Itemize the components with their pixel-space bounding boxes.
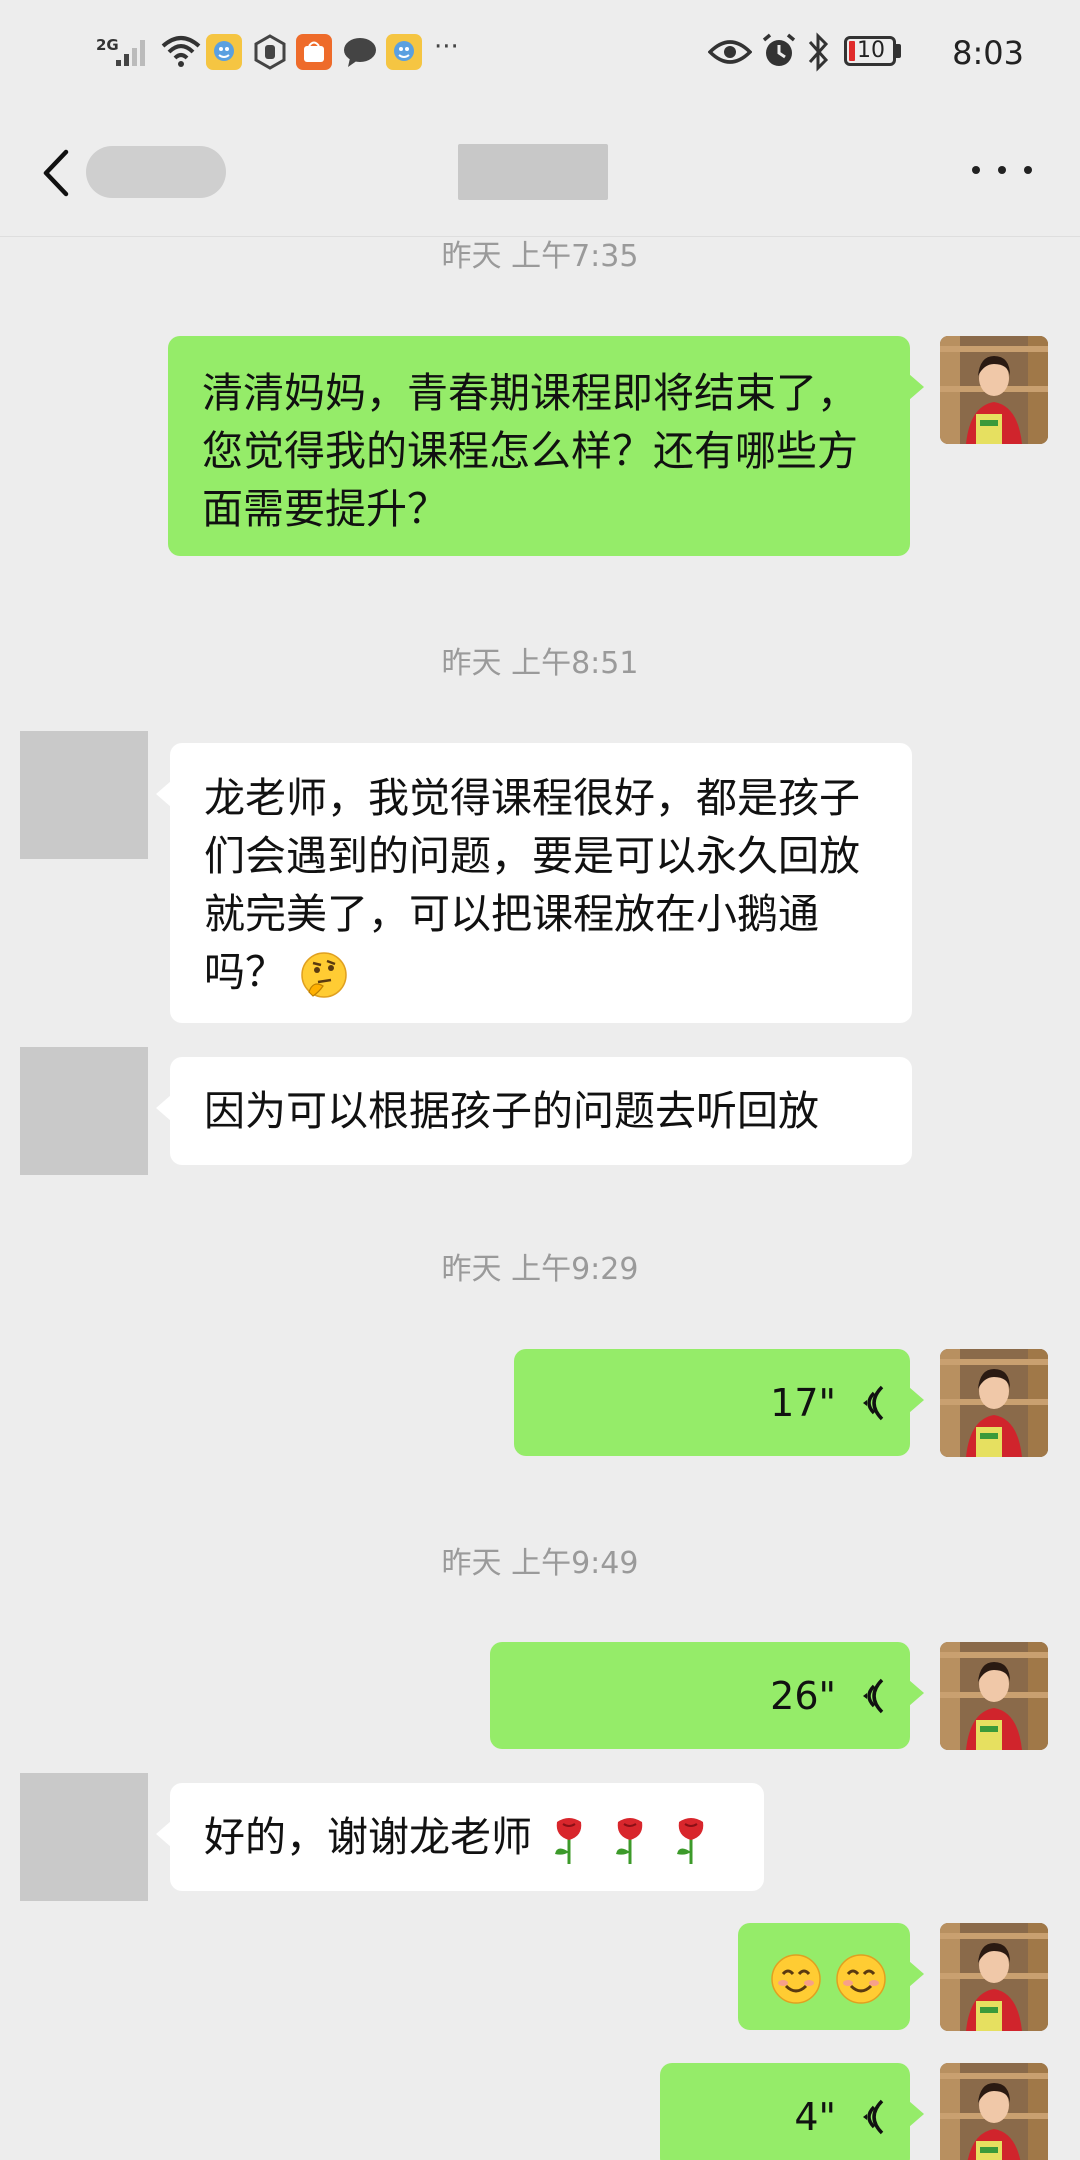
my-avatar[interactable] xyxy=(940,1349,1048,1457)
voice-wave-icon xyxy=(863,2099,884,2134)
voice-message-bubble[interactable]: 17" xyxy=(514,1349,924,1456)
rose-icon xyxy=(616,1818,643,1864)
contact-name-redacted xyxy=(86,146,226,198)
signal-icon xyxy=(116,40,145,66)
app-notification-icon xyxy=(386,34,422,70)
message-timestamp: 昨天 上午9:29 xyxy=(441,1252,639,1287)
voice-duration: 4" xyxy=(794,2094,836,2139)
voice-message-bubble[interactable]: 4" xyxy=(660,2063,924,2160)
battery-cap xyxy=(896,44,901,58)
user-photo-icon xyxy=(940,2063,1048,2160)
received-text-bubble[interactable]: 因为可以根据孩子的问题去听回放 xyxy=(156,1057,912,1165)
message-timestamp: 昨天 上午8:51 xyxy=(441,646,639,681)
more-options-button[interactable] xyxy=(972,150,1032,190)
more-icon-dot xyxy=(1024,166,1032,174)
my-avatar[interactable] xyxy=(940,2063,1048,2160)
clock-time: 8:03 xyxy=(952,34,1024,72)
voice-duration: 26" xyxy=(770,1673,836,1718)
smiling-face-icon xyxy=(836,1954,886,2004)
message-text: 好的，谢谢龙老师 xyxy=(204,1813,532,1861)
my-avatar[interactable] xyxy=(940,1642,1048,1750)
chevron-left-icon xyxy=(43,149,69,197)
received-text-bubble[interactable]: 好的，谢谢龙老师 xyxy=(156,1783,764,1891)
smiling-face-icon xyxy=(771,1954,821,2004)
bluetooth-icon xyxy=(808,32,829,72)
contact-avatar-redacted[interactable] xyxy=(20,1773,148,1901)
my-avatar[interactable] xyxy=(940,336,1048,444)
voice-duration: 17" xyxy=(770,1380,836,1425)
back-button[interactable] xyxy=(36,146,80,200)
received-text-bubble[interactable]: 龙老师，我觉得课程很好，都是孩子们会遇到的问题，要是可以永久回放就完美了，可以把… xyxy=(156,743,912,1023)
hand-icon xyxy=(252,34,288,74)
voice-wave-icon xyxy=(863,1385,884,1420)
battery-level: 10 xyxy=(857,38,885,63)
more-notifications-indicator: ··· xyxy=(434,32,459,62)
user-photo-icon xyxy=(940,1923,1048,2031)
user-photo-icon xyxy=(940,1642,1048,1750)
chat-title-redacted xyxy=(458,144,608,200)
status-bar: 2G ··· 10 8:03 xyxy=(0,0,1080,110)
wifi-icon xyxy=(161,36,201,67)
voice-message-bubble[interactable]: 26" xyxy=(490,1642,924,1749)
chat-message-list[interactable]: 昨天 上午7:35 清清妈妈，青春期课程即将结束了，您觉得我的课程怎么样？还有哪… xyxy=(0,237,1080,2160)
shopping-app-icon xyxy=(296,34,332,70)
message-text: 因为可以根据孩子的问题去听回放 xyxy=(204,1087,819,1135)
message-timestamp: 昨天 上午7:35 xyxy=(441,239,639,274)
chat-title-bar xyxy=(0,110,1080,237)
voice-wave-icon xyxy=(863,1678,884,1713)
contact-avatar-redacted[interactable] xyxy=(20,1047,148,1175)
alarm-icon xyxy=(762,33,796,66)
chat-bubble-icon xyxy=(342,36,378,72)
contact-avatar-redacted[interactable] xyxy=(20,731,148,859)
thinking-face-icon xyxy=(301,952,347,998)
rose-icon xyxy=(677,1818,704,1864)
user-photo-icon xyxy=(940,1349,1048,1457)
more-icon xyxy=(972,166,980,174)
my-avatar[interactable] xyxy=(940,1923,1048,2031)
sent-text-bubble[interactable]: 清清妈妈，青春期课程即将结束了，您觉得我的课程怎么样？还有哪些方面需要提升？ xyxy=(168,336,924,556)
sent-emoji-bubble[interactable] xyxy=(738,1923,924,2030)
eye-icon xyxy=(708,40,752,64)
battery-icon: 10 xyxy=(844,36,896,66)
rose-icon xyxy=(555,1818,582,1864)
user-photo-icon xyxy=(940,336,1048,444)
message-text: 清清妈妈，青春期课程即将结束了，您觉得我的课程怎么样？还有哪些方面需要提升？ xyxy=(202,369,858,533)
app-notification-icon xyxy=(206,34,242,70)
message-timestamp: 昨天 上午9:49 xyxy=(441,1546,639,1581)
more-icon-dot xyxy=(998,166,1006,174)
